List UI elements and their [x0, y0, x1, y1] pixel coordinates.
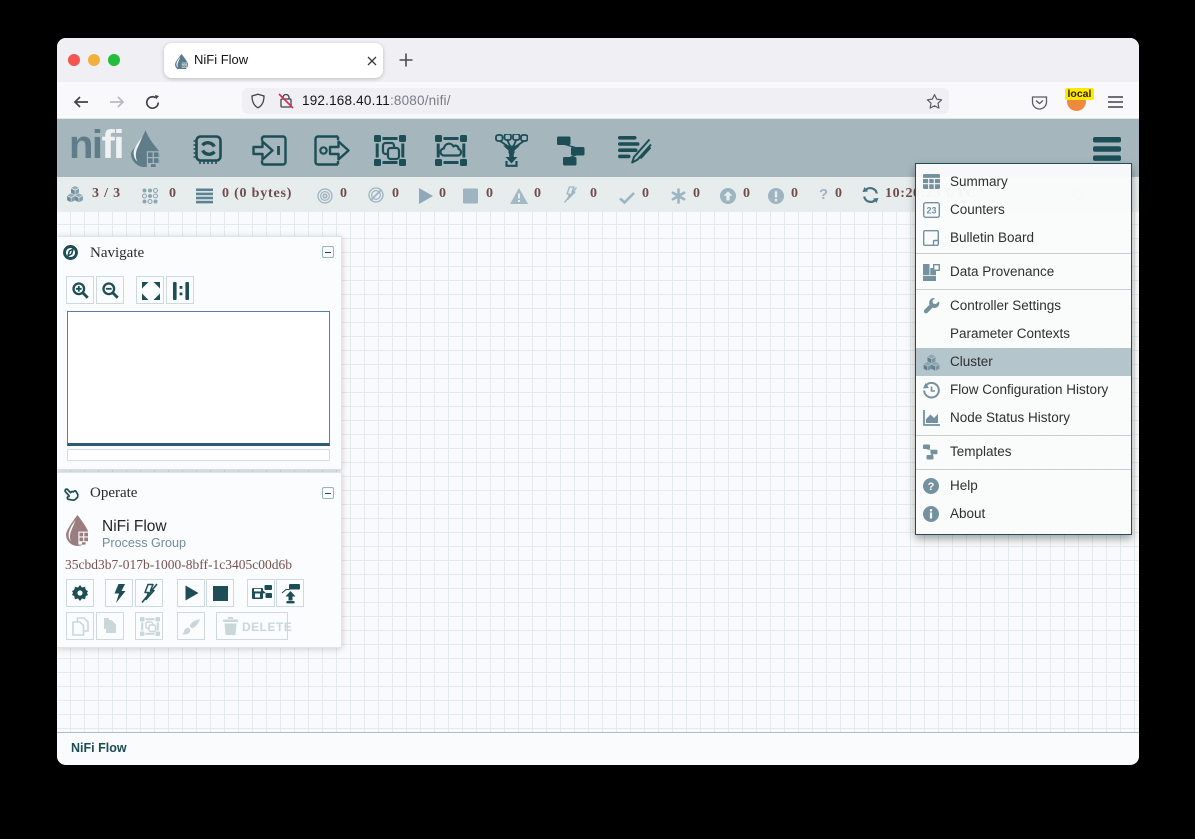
svg-text:23: 23 [926, 206, 936, 216]
svg-text:?: ? [928, 481, 935, 493]
